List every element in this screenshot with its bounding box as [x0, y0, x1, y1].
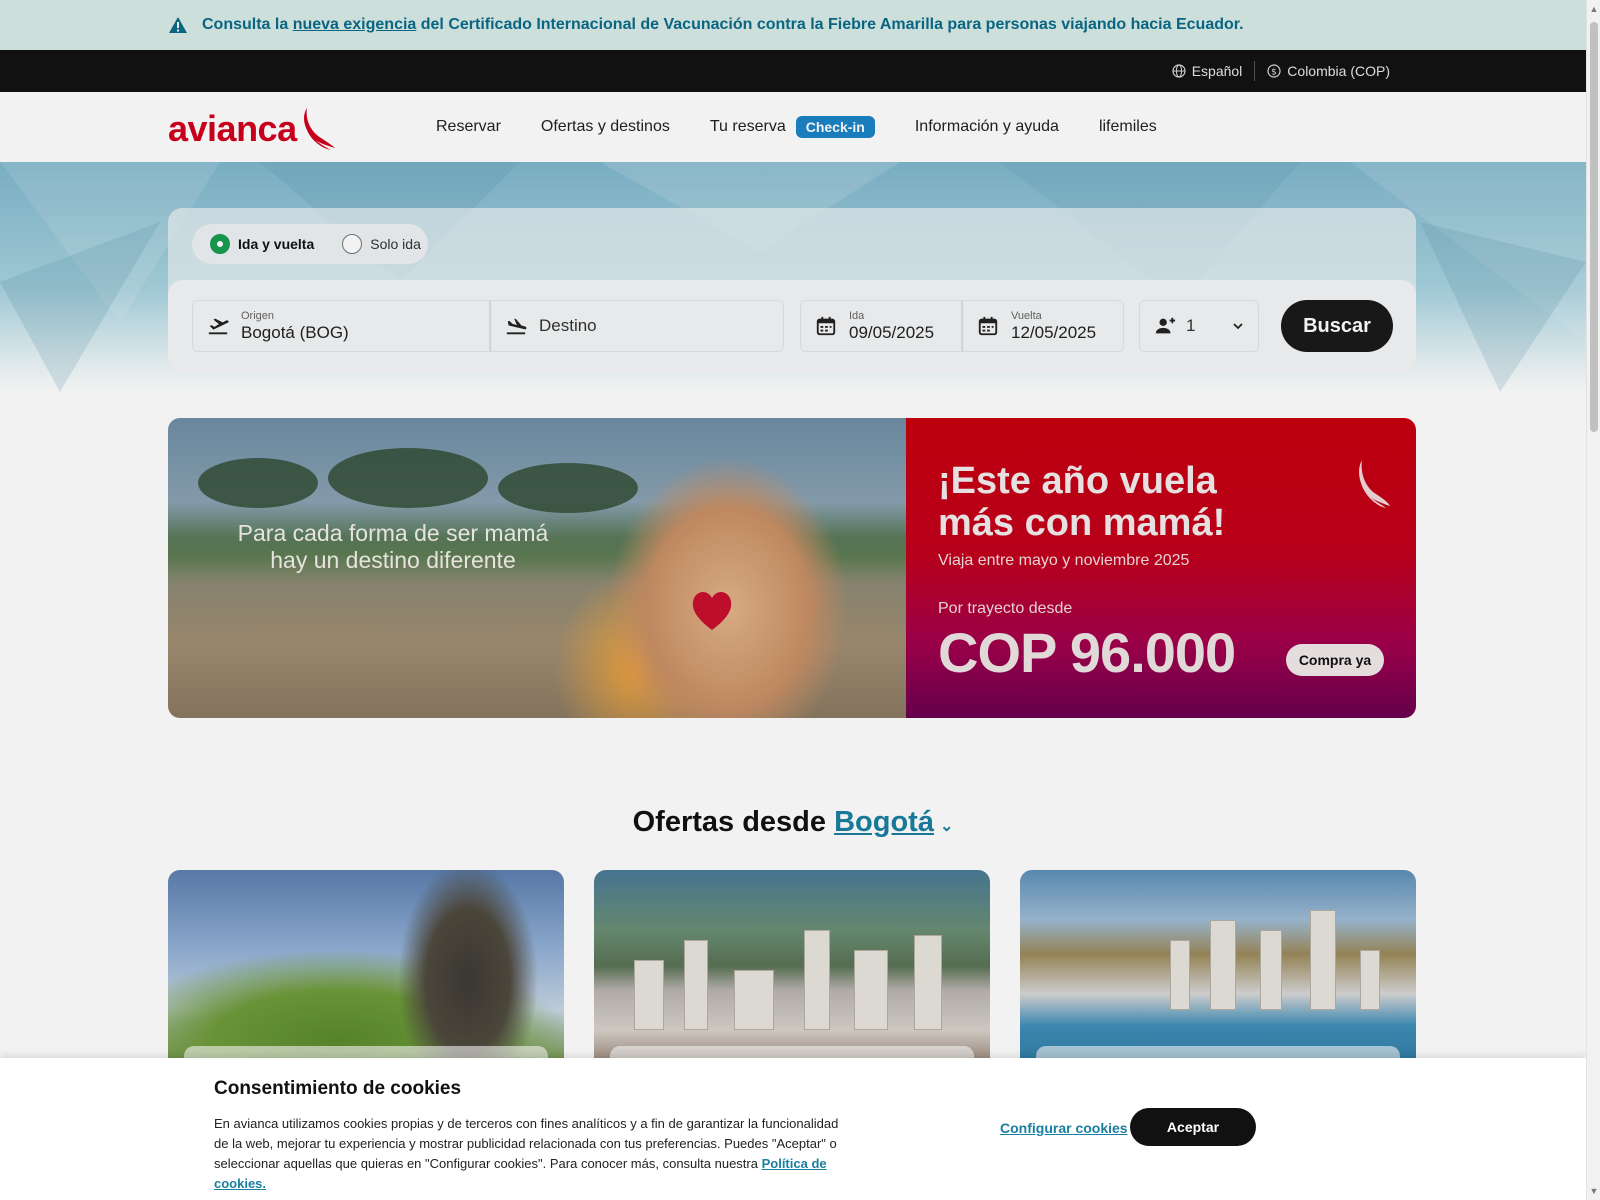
nav-tu-reserva[interactable]: Tu reserva Check-in	[710, 116, 875, 138]
language-selector[interactable]: Español	[1160, 63, 1255, 79]
caption-line-1: Para cada forma de ser mamá	[237, 520, 549, 546]
scroll-down-icon[interactable]: ▼	[1589, 1186, 1599, 1196]
search-panel: Ida y vuelta Solo ida Origen Bogotá (BOG…	[168, 208, 1416, 373]
promo-from-label: Por trayecto desde	[938, 600, 1073, 617]
configure-cookies-link[interactable]: Configurar cookies	[1000, 1120, 1128, 1136]
depart-date-field[interactable]: Ida 09/05/2025	[800, 300, 962, 352]
cookie-consent-banner: Consentimiento de cookies En avianca uti…	[0, 1058, 1586, 1200]
return-value: 12/05/2025	[1011, 322, 1097, 342]
svg-text:$: $	[1271, 68, 1277, 78]
offer-card[interactable]	[594, 870, 990, 1070]
depart-value: 09/05/2025	[849, 322, 935, 342]
takeoff-icon	[208, 318, 229, 335]
destination-field[interactable]: Destino	[490, 300, 784, 352]
chevron-down-icon[interactable]: ⌄	[940, 818, 953, 835]
globe-icon	[1172, 64, 1186, 78]
heart-icon	[692, 592, 732, 630]
building-shape	[1260, 930, 1282, 1010]
promo-price: COP 96.000	[938, 621, 1236, 684]
return-label: Vuelta	[1011, 309, 1042, 322]
scroll-thumb[interactable]	[1590, 22, 1598, 432]
chevron-down-icon	[1233, 323, 1244, 330]
cookie-title: Consentimiento de cookies	[214, 1078, 462, 1099]
round-trip-radio[interactable]	[210, 234, 230, 254]
building-shape	[914, 935, 942, 1030]
checkin-badge[interactable]: Check-in	[795, 116, 875, 138]
building-shape	[1360, 950, 1380, 1010]
country-label: Colombia (COP)	[1287, 63, 1390, 79]
building-shape	[854, 950, 888, 1030]
calendar-icon	[978, 316, 998, 336]
building-shape	[634, 960, 664, 1030]
building-shape	[1170, 940, 1190, 1010]
utility-bar: Español $ Colombia (COP)	[0, 50, 1586, 92]
cookie-body: En avianca utilizamos cookies propias y …	[214, 1116, 839, 1171]
building-shape	[1310, 910, 1336, 1010]
buy-now-button[interactable]: Compra ya	[1286, 644, 1384, 676]
depart-label: Ida	[849, 309, 865, 322]
avianca-logo[interactable]: avianca	[168, 106, 337, 150]
origin-label: Origen	[241, 309, 275, 322]
add-person-icon	[1155, 317, 1176, 334]
promo-subtitle: Viaja entre mayo y noviembre 2025	[938, 552, 1190, 569]
mother-daughter-photo: Para cada forma de ser mamá hay un desti…	[168, 418, 906, 718]
promo-headline: ¡Este año vuela más con mamá!	[938, 460, 1225, 544]
bird-logo-icon	[1359, 460, 1390, 508]
caption-line-2: hay un destino diferente	[270, 547, 516, 573]
warning-icon	[169, 17, 187, 33]
palm-shape	[498, 463, 638, 513]
building-shape	[734, 970, 774, 1030]
destination-placeholder: Destino	[539, 316, 597, 335]
bird-logo-icon	[303, 108, 335, 150]
landing-icon	[506, 318, 527, 335]
offers-city-selector[interactable]: Bogotá	[834, 806, 934, 838]
one-way-label: Solo ida	[370, 236, 421, 252]
nav-reservar[interactable]: Reservar	[436, 118, 501, 136]
cookie-text: En avianca utilizamos cookies propias y …	[214, 1114, 854, 1194]
alert-link[interactable]: nueva exigencia	[293, 16, 417, 33]
offer-card[interactable]	[1020, 870, 1416, 1070]
passengers-selector[interactable]: 1	[1139, 300, 1259, 352]
alert-bar: Consulta la nueva exigencia del Certific…	[0, 0, 1586, 50]
promo-caption: Para cada forma de ser mamá hay un desti…	[218, 520, 568, 574]
passengers-count: 1	[1186, 316, 1196, 335]
one-way-option[interactable]: Solo ida	[342, 234, 421, 254]
origin-field[interactable]: Origen Bogotá (BOG)	[192, 300, 490, 352]
one-way-radio[interactable]	[342, 234, 363, 254]
scroll-up-icon[interactable]: ▲	[1589, 4, 1599, 14]
round-trip-option[interactable]: Ida y vuelta	[210, 234, 314, 254]
nav-tu-reserva-label: Tu reserva	[709, 118, 786, 135]
origin-value: Bogotá (BOG)	[241, 322, 349, 342]
calendar-icon	[816, 316, 836, 336]
nav-lifemiles[interactable]: lifemiles	[1099, 118, 1157, 136]
offers-heading: Ofertas desde Bogotá ⌄	[0, 806, 1586, 839]
search-button[interactable]: Buscar	[1281, 300, 1393, 352]
trip-type-toggle: Ida y vuelta Solo ida	[192, 224, 428, 264]
alert-message: Consulta la nueva exigencia del Certific…	[202, 16, 1244, 33]
round-trip-label: Ida y vuelta	[238, 236, 315, 252]
offers-title-text: Ofertas desde	[632, 806, 827, 838]
offer-card[interactable]	[168, 870, 564, 1070]
country-selector[interactable]: $ Colombia (COP)	[1255, 63, 1402, 79]
headline-line-2: más con mamá!	[938, 502, 1226, 544]
search-fields-row: Origen Bogotá (BOG) Destino Ida 09/05/20…	[168, 280, 1416, 373]
palm-shape	[198, 458, 318, 508]
return-date-field[interactable]: Vuelta 12/05/2025	[962, 300, 1124, 352]
nav-ofertas[interactable]: Ofertas y destinos	[541, 118, 670, 136]
scrollbar[interactable]: ▲ ▼	[1586, 0, 1600, 1200]
main-nav: avianca Reservar Ofertas y destinos Tu r…	[0, 92, 1586, 162]
building-shape	[684, 940, 708, 1030]
headline-line-1: ¡Este año vuela	[938, 460, 1217, 502]
nav-informacion[interactable]: Información y ayuda	[915, 118, 1059, 136]
building-shape	[804, 930, 830, 1030]
promo-banner[interactable]: Para cada forma de ser mamá hay un desti…	[168, 418, 1416, 718]
currency-icon: $	[1267, 64, 1281, 78]
building-shape	[1210, 920, 1236, 1010]
promo-offer-panel: ¡Este año vuela más con mamá! Viaja entr…	[906, 418, 1416, 718]
accept-cookies-button[interactable]: Aceptar	[1130, 1108, 1256, 1146]
language-label: Español	[1191, 63, 1243, 79]
palm-shape	[328, 448, 488, 508]
